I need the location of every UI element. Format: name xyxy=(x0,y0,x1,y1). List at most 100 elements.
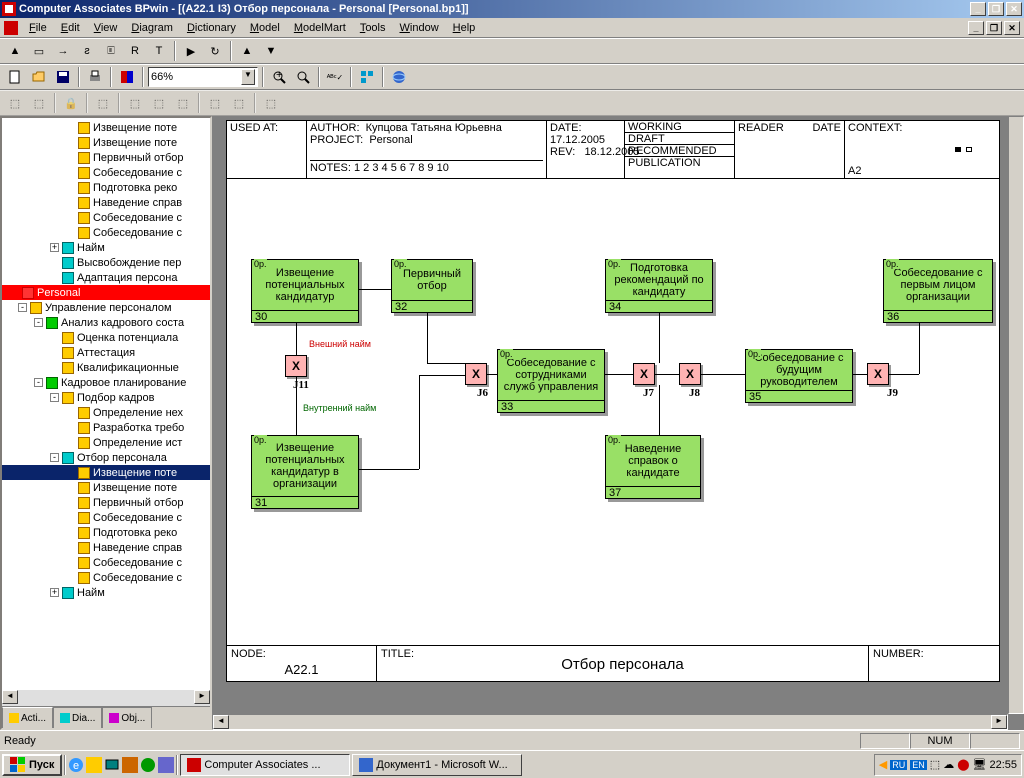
zoom-dropdown-icon[interactable]: ▼ xyxy=(241,69,255,85)
maximize-button[interactable]: ❐ xyxy=(988,2,1004,16)
menu-help[interactable]: Help xyxy=(446,20,483,36)
tree-item[interactable]: -Управление персоналом xyxy=(2,300,210,315)
tree-tab[interactable]: Dia... xyxy=(53,707,102,728)
tree-item[interactable]: -Анализ кадрового соста xyxy=(2,315,210,330)
menu-edit[interactable]: Edit xyxy=(54,20,87,36)
print-button[interactable] xyxy=(84,66,106,88)
tree-item[interactable]: -Кадровое планирование xyxy=(2,375,210,390)
diagram-body[interactable]: 0р.Извещение потенциальных кандидатур300… xyxy=(227,179,999,647)
zoom-in-button[interactable]: + xyxy=(268,66,290,88)
tree-item[interactable]: -Отбор персонала xyxy=(2,450,210,465)
refresh-button[interactable]: ↻ xyxy=(204,40,226,62)
tree-toggle-icon[interactable]: + xyxy=(50,243,59,252)
tree-item[interactable]: Высвобождение пер xyxy=(2,255,210,270)
activity-box[interactable]: 0р.Подготовка рекомендаций по кандидату3… xyxy=(605,259,713,313)
down-button[interactable]: ▼ xyxy=(260,40,282,62)
up-button[interactable]: ▲ xyxy=(236,40,258,62)
spellcheck-button[interactable]: ᴬᴮᶜ✓ xyxy=(324,66,346,88)
scroll-right-icon[interactable]: ► xyxy=(194,690,210,704)
zoom-out-button[interactable] xyxy=(292,66,314,88)
mdi-minimize-button[interactable]: _ xyxy=(968,21,984,35)
squiggle-tool[interactable]: ƨ xyxy=(76,40,98,62)
canvas-scrollbar-h[interactable]: ◄ ► xyxy=(212,714,1008,730)
clock[interactable]: 22:55 xyxy=(989,759,1017,771)
external-ref-tool[interactable]: 🗉 xyxy=(100,40,122,62)
ql-icon-5[interactable] xyxy=(140,757,156,773)
mdi-restore-button[interactable]: ❐ xyxy=(986,21,1002,35)
activity-box[interactable]: 0р.Собеседование с сотрудниками служб уп… xyxy=(497,349,605,413)
tree-content[interactable]: Извещение потеИзвещение потеПервичный от… xyxy=(2,118,210,690)
activity-tool[interactable]: ▭ xyxy=(28,40,50,62)
referent-tool[interactable]: R xyxy=(124,40,146,62)
organizer-button[interactable] xyxy=(356,66,378,88)
close-button[interactable]: ✕ xyxy=(1006,2,1022,16)
tree-item[interactable]: Собеседование с xyxy=(2,555,210,570)
junction-box[interactable]: X xyxy=(465,363,487,385)
tree-toggle-icon[interactable]: - xyxy=(34,318,43,327)
save-button[interactable] xyxy=(52,66,74,88)
tree-item[interactable]: +Найм xyxy=(2,585,210,600)
tree-item[interactable]: Определение нех xyxy=(2,405,210,420)
tree-item[interactable]: Извещение поте xyxy=(2,465,210,480)
mdi-close-button[interactable]: ✕ xyxy=(1004,21,1020,35)
menu-tools[interactable]: Tools xyxy=(353,20,393,36)
tree-item[interactable]: Собеседование с xyxy=(2,210,210,225)
tree-item[interactable]: Собеседование с xyxy=(2,510,210,525)
pointer-tool[interactable]: ▲ xyxy=(4,40,26,62)
tree-item[interactable]: Аттестация xyxy=(2,345,210,360)
tree-tab[interactable]: Obj... xyxy=(102,707,152,728)
tree-toggle-icon[interactable]: - xyxy=(34,378,43,387)
tree-toggle-icon[interactable]: - xyxy=(50,453,59,462)
menu-modelmart[interactable]: ModelMart xyxy=(287,20,353,36)
open-button[interactable] xyxy=(28,66,50,88)
tray-icon-3[interactable]: EN xyxy=(910,760,927,770)
arrow-tool[interactable]: → xyxy=(52,40,74,62)
tree-scrollbar-h[interactable]: ◄ ► xyxy=(2,690,210,706)
ql-ie-icon[interactable]: e xyxy=(68,757,84,773)
tray-icon-1[interactable]: ◀ xyxy=(879,758,887,771)
menu-diagram[interactable]: Diagram xyxy=(124,20,180,36)
tree-item[interactable]: Первичный отбор xyxy=(2,495,210,510)
tree-toggle-icon[interactable]: - xyxy=(18,303,27,312)
taskbar-item[interactable]: Computer Associates ... xyxy=(180,754,350,776)
ql-icon-6[interactable] xyxy=(158,757,174,773)
scroll-right-icon[interactable]: ► xyxy=(991,715,1007,729)
tree-item[interactable]: Извещение поте xyxy=(2,480,210,495)
tree-item[interactable]: Собеседование с xyxy=(2,570,210,585)
activity-box[interactable]: 0р.Первичный отбор32 xyxy=(391,259,473,313)
tree-item[interactable]: Извещение поте xyxy=(2,120,210,135)
tree-item[interactable]: Personal xyxy=(2,285,210,300)
activity-box[interactable]: 0р.Наведение справок о кандидате37 xyxy=(605,435,701,499)
tree-item[interactable]: Разработка требо xyxy=(2,420,210,435)
tree-item[interactable]: -Подбор кадров xyxy=(2,390,210,405)
junction-box[interactable]: X xyxy=(679,363,701,385)
activity-box[interactable]: 0р.Собеседование с первым лицом организа… xyxy=(883,259,993,323)
tree-item[interactable]: Собеседование с xyxy=(2,165,210,180)
tree-item[interactable]: Подготовка реко xyxy=(2,180,210,195)
activity-box[interactable]: 0р.Извещение потенциальных кандидатур в … xyxy=(251,435,359,509)
tree-item[interactable]: Квалификационные xyxy=(2,360,210,375)
new-button[interactable] xyxy=(4,66,26,88)
junction-box[interactable]: X xyxy=(867,363,889,385)
junction-box[interactable]: X xyxy=(633,363,655,385)
tray-icon-4[interactable]: ⬚ xyxy=(930,758,940,771)
play-button[interactable]: ▶ xyxy=(180,40,202,62)
menu-file[interactable]: File xyxy=(22,20,54,36)
text-tool[interactable]: T xyxy=(148,40,170,62)
junction-box[interactable]: X xyxy=(285,355,307,377)
diagram-page[interactable]: USED AT: AUTHOR: Купцова Татьяна Юрьевна… xyxy=(226,120,1000,682)
tree-toggle-icon[interactable]: - xyxy=(50,393,59,402)
tree-item[interactable]: Подготовка реко xyxy=(2,525,210,540)
taskbar-item[interactable]: Документ1 - Microsoft W... xyxy=(352,754,522,776)
menu-window[interactable]: Window xyxy=(393,20,446,36)
tree-tab[interactable]: Acti... xyxy=(2,707,53,728)
activity-box[interactable]: 0р.Собеседование с будущим руководителем… xyxy=(745,349,853,403)
canvas-scrollbar-v[interactable] xyxy=(1008,116,1024,714)
scroll-left-icon[interactable]: ◄ xyxy=(213,715,229,729)
tree-item[interactable]: Наведение справ xyxy=(2,540,210,555)
menu-model[interactable]: Model xyxy=(243,20,287,36)
minimize-button[interactable]: _ xyxy=(970,2,986,16)
ql-icon-4[interactable] xyxy=(122,757,138,773)
tree-item[interactable]: Адаптация персона xyxy=(2,270,210,285)
tree-item[interactable]: Определение ист xyxy=(2,435,210,450)
